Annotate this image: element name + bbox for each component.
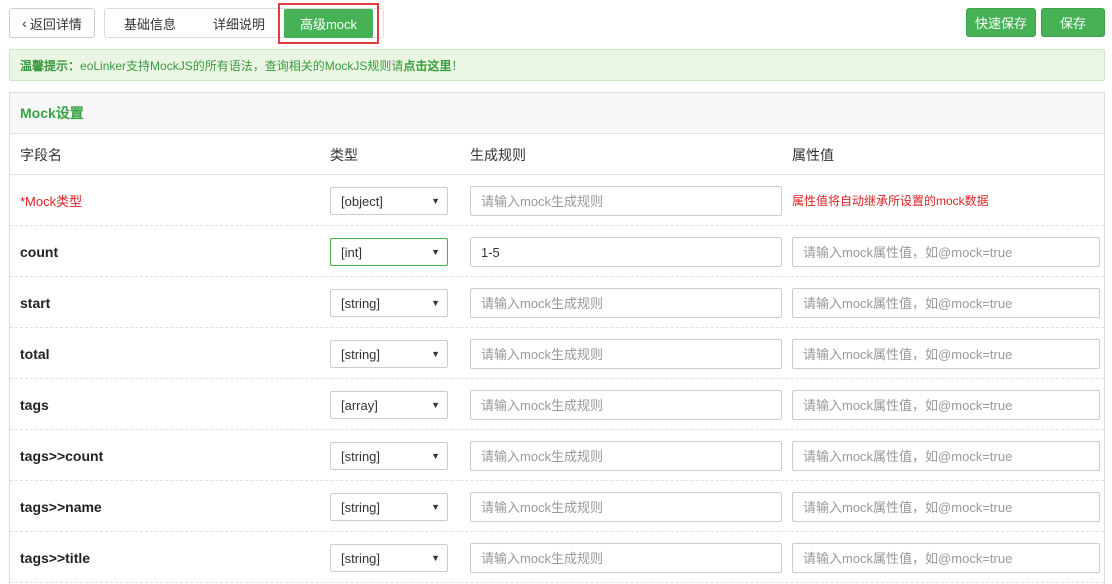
table-row: total [string] ▼ [10,328,1104,379]
rule-input[interactable] [470,288,782,318]
type-select-value: [int] [341,244,362,260]
field-name: tags>>title [20,549,91,566]
caret-down-icon: ▼ [431,298,440,308]
table-row: tags>>title [string] ▼ [10,532,1104,583]
tip-text: eoLinker支持MockJS的所有语法，查询相关的MockJS规则请 [80,58,404,73]
caret-down-icon: ▼ [431,196,440,206]
tip-prefix: 温馨提示： [20,58,81,73]
back-button[interactable]: ‹ 返回详情 [9,8,95,38]
back-label: 返回详情 [29,16,82,32]
field-name: total [20,345,50,362]
chevron-left-icon: ‹ [22,15,27,31]
type-select-value: [string] [341,499,381,515]
tip-link[interactable]: 点击这里 [403,57,451,74]
caret-down-icon: ▼ [431,400,440,410]
attr-input[interactable] [792,237,1100,267]
type-select-value: [string] [341,346,381,362]
attr-input[interactable] [792,339,1100,369]
field-name: *Mock类型 [20,194,83,209]
field-name: tags>>count [20,447,104,464]
mock-settings-panel: Mock设置 字段名 类型 生成规则 属性值 *Mock类型 [object] … [9,92,1105,584]
attr-input[interactable] [792,543,1100,573]
field-name: tags>>name [20,498,102,515]
table-row: tags>>count [string] ▼ [10,430,1104,481]
table-row: tags [array] ▼ [10,379,1104,430]
table-row: tags>>name [string] ▼ [10,481,1104,532]
active-tab-highlight: 高级mock [278,3,379,44]
table-row: start [string] ▼ [10,277,1104,328]
caret-down-icon: ▼ [431,349,440,359]
field-name: start [20,294,51,311]
caret-down-icon: ▼ [431,451,440,461]
tip-suffix: ！ [451,58,464,73]
type-select[interactable]: [string] ▼ [330,493,448,521]
type-select[interactable]: [string] ▼ [330,289,448,317]
rule-input[interactable] [470,339,782,369]
rule-input[interactable] [470,492,782,522]
type-select[interactable]: [int] ▼ [330,238,448,266]
attr-input[interactable] [792,441,1100,471]
field-name: count [20,243,59,260]
rule-input[interactable] [470,543,782,573]
type-select-value: [string] [341,295,381,311]
type-select[interactable]: [string] ▼ [330,340,448,368]
type-select-value: [array] [341,397,378,413]
tab-advanced-mock[interactable]: 高级mock [284,9,373,38]
save-button[interactable]: 保存 [1041,8,1105,37]
table-row: count [int] ▼ [10,226,1104,277]
type-select-value: [object] [341,193,383,209]
attr-input[interactable] [792,492,1100,522]
type-select[interactable]: [object] ▼ [330,187,448,215]
type-select[interactable]: [string] ▼ [330,544,448,572]
column-header-field-name: 字段名 [20,146,62,163]
rule-input[interactable] [470,390,782,420]
field-name: tags [20,396,49,413]
caret-down-icon: ▼ [431,247,440,257]
tab-basic-info[interactable]: 基础信息 [105,9,195,37]
type-select-value: [string] [341,550,381,566]
column-header-attr: 属性值 [792,146,834,163]
tip-banner: 温馨提示： eoLinker支持MockJS的所有语法，查询相关的MockJS规… [9,49,1105,81]
rule-input[interactable] [470,441,782,471]
caret-down-icon: ▼ [431,553,440,563]
quick-save-button[interactable]: 快速保存 [966,8,1036,37]
type-select[interactable]: [string] ▼ [330,442,448,470]
toolbar: ‹ 返回详情 基础信息 详细说明 高级mock 快速保存 保存 [0,0,1112,44]
attr-inherit-note: 属性值将自动继承所设置的mock数据 [792,194,989,208]
column-header-rule: 生成规则 [470,146,526,163]
rule-input[interactable] [470,186,782,216]
table-row-root: *Mock类型 [object] ▼ 属性值将自动继承所设置的mock数据 [10,175,1104,226]
type-select[interactable]: [array] ▼ [330,391,448,419]
table-header: 字段名 类型 生成规则 属性值 [10,134,1104,175]
panel-title: Mock设置 [10,93,1104,134]
column-header-type: 类型 [330,146,358,163]
caret-down-icon: ▼ [431,502,440,512]
type-select-value: [string] [341,448,381,464]
attr-input[interactable] [792,390,1100,420]
rule-input[interactable] [470,237,782,267]
tab-details[interactable]: 详细说明 [195,9,283,37]
attr-input[interactable] [792,288,1100,318]
